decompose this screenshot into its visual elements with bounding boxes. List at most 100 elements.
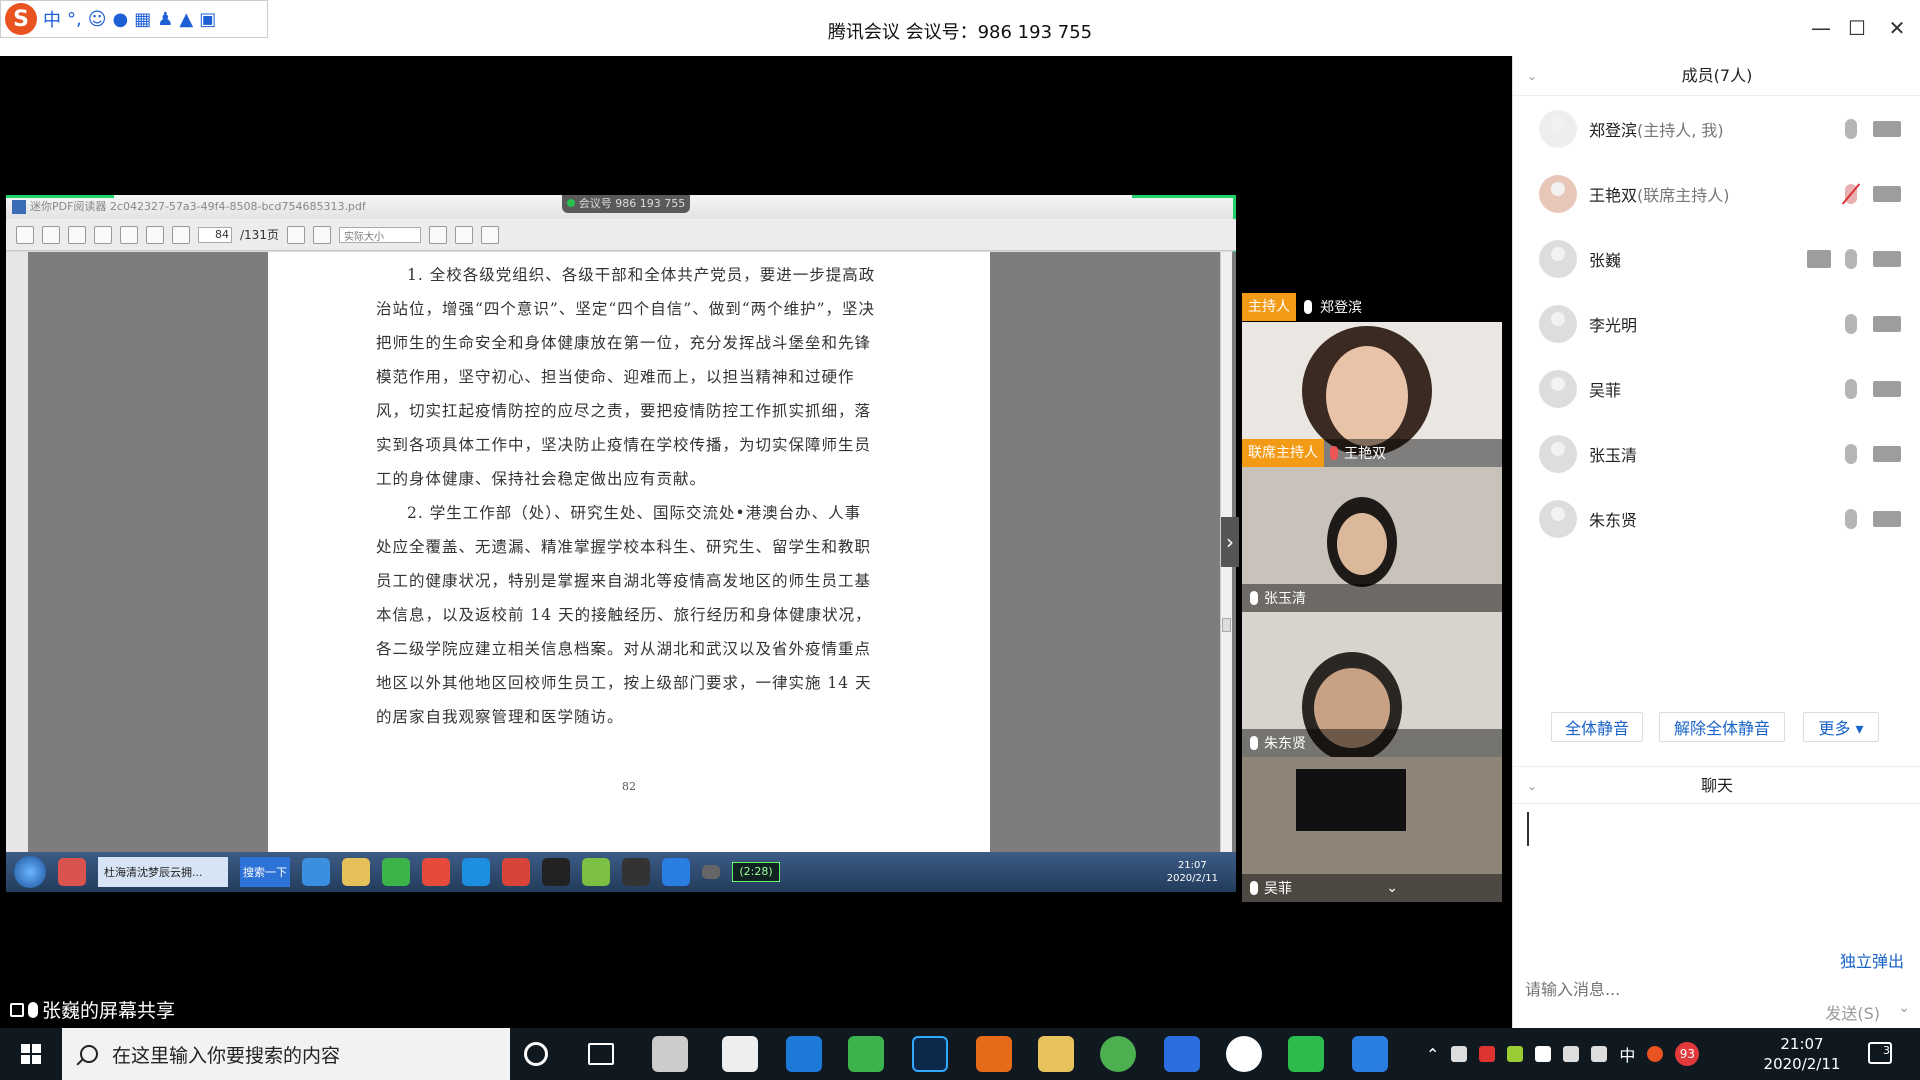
app-icon[interactable] (1226, 1036, 1262, 1072)
video-tile[interactable]: 朱东贤 (1242, 612, 1502, 757)
chevron-down-icon[interactable]: ⌄ (1386, 880, 1398, 896)
taskbar-clock[interactable]: 21:07 2020/2/11 (1762, 1034, 1842, 1074)
app-icon[interactable] (502, 858, 530, 886)
pdf-icon[interactable] (622, 858, 650, 886)
keyboard-icon[interactable] (702, 865, 720, 879)
video-tile[interactable]: 吴菲 ⌄ (1242, 757, 1502, 902)
file-explorer-icon[interactable] (1038, 1036, 1074, 1072)
single-page-icon[interactable] (94, 225, 112, 244)
host-name: 郑登滨 (1320, 300, 1362, 316)
start-button[interactable] (0, 1028, 62, 1080)
mic-muted-icon[interactable] (1845, 183, 1857, 204)
edge-icon[interactable] (786, 1036, 822, 1072)
camera-icon[interactable] (1873, 185, 1901, 202)
ime-indicator[interactable]: 中 (1619, 1042, 1635, 1066)
folder-icon[interactable] (342, 858, 370, 886)
print-icon[interactable] (428, 225, 447, 244)
member-row[interactable]: 吴菲 (1513, 356, 1920, 421)
mail-icon[interactable] (722, 1036, 758, 1072)
send-button[interactable]: 发送(S) (1825, 1000, 1880, 1024)
video-tile[interactable]: 张玉清 (1242, 467, 1502, 612)
app-icon[interactable] (542, 858, 570, 886)
more-button[interactable]: 更多 ▾ (1803, 712, 1879, 742)
member-row[interactable]: 朱东贤 (1513, 486, 1920, 551)
remote-search-button[interactable]: 搜索一下 (240, 857, 290, 887)
app-icon[interactable] (652, 1036, 688, 1072)
app-icon[interactable] (582, 858, 610, 886)
camera-icon[interactable] (1873, 120, 1901, 137)
app-icon[interactable] (58, 858, 86, 886)
wechat-icon[interactable] (382, 858, 410, 886)
remote-start-icon[interactable] (14, 856, 46, 888)
mute-all-button[interactable]: 全体静音 (1551, 712, 1643, 742)
remote-ie-tab[interactable]: 杜海清沈梦辰云拥... (98, 857, 228, 887)
video-tile[interactable]: 联席主持人 王艳双 (1242, 322, 1502, 467)
mic-icon[interactable] (1845, 248, 1857, 269)
minimize-button[interactable]: — (1806, 16, 1836, 40)
chevron-down-icon[interactable]: ⌄ (1898, 1000, 1910, 1016)
cortana-icon[interactable] (524, 1042, 548, 1066)
tencent-meeting-icon[interactable] (662, 858, 690, 886)
member-row[interactable]: 李光明 (1513, 291, 1920, 356)
open-icon[interactable] (16, 225, 34, 244)
close-button[interactable]: ✕ (1882, 16, 1912, 40)
cloud-icon[interactable] (1451, 1046, 1468, 1062)
photoshop-icon[interactable] (912, 1036, 948, 1072)
camera-icon[interactable] (1873, 315, 1901, 332)
mic-icon[interactable] (1845, 378, 1857, 399)
zoom-out-icon[interactable] (312, 225, 331, 244)
wechat-icon[interactable] (1288, 1036, 1324, 1072)
chrome-icon[interactable] (422, 858, 450, 886)
chat-header[interactable]: ⌄ 聊天 (1513, 766, 1920, 804)
app-icon[interactable] (462, 858, 490, 886)
mic-icon[interactable] (1845, 508, 1857, 529)
chevron-up-icon[interactable]: ⌃ (1426, 1045, 1439, 1064)
tencent-meeting-icon[interactable] (1352, 1036, 1388, 1072)
ie-icon[interactable] (302, 858, 330, 886)
two-page-icon[interactable] (120, 225, 138, 244)
popout-link[interactable]: 独立弹出 (1840, 948, 1904, 972)
pdf-viewport[interactable]: 1. 全校各级党组织、各级干部和全体共产党员，要进一步提高政治站位，增强“四个意… (6, 252, 1239, 852)
prev-page-icon[interactable] (146, 225, 164, 244)
sogou-tray-icon[interactable] (1647, 1046, 1664, 1062)
unmute-all-button[interactable]: 解除全体静音 (1659, 712, 1785, 742)
taskbar-search[interactable]: 在这里输入你要搜索的内容 (62, 1028, 510, 1080)
notification-icon[interactable]: 3 (1868, 1042, 1892, 1064)
member-row[interactable]: 张巍 (1513, 226, 1920, 291)
member-row[interactable]: 王艳双(联席主持人) (1513, 161, 1920, 226)
media-player-icon[interactable] (848, 1036, 884, 1072)
firefox-icon[interactable] (976, 1036, 1012, 1072)
next-page-icon[interactable] (172, 225, 190, 244)
app-tray-icon[interactable] (1479, 1046, 1496, 1062)
battery-icon[interactable] (1563, 1046, 1580, 1062)
volume-icon[interactable] (1591, 1046, 1608, 1062)
chevron-right-icon[interactable]: › (1221, 517, 1239, 567)
select-tool-icon[interactable] (68, 225, 86, 244)
app-tray-icon[interactable] (1507, 1046, 1524, 1062)
wps-icon[interactable] (1164, 1036, 1200, 1072)
task-view-icon[interactable] (588, 1043, 614, 1065)
chevron-down-icon[interactable]: ⌄ (1527, 767, 1537, 805)
camera-icon[interactable] (1873, 510, 1901, 527)
members-header[interactable]: ⌄ 成员(7人) (1513, 56, 1920, 96)
mic-icon[interactable] (1845, 313, 1857, 334)
scroll-thumb[interactable] (1222, 618, 1231, 632)
mic-icon[interactable] (1845, 443, 1857, 464)
zoom-in-icon[interactable] (286, 225, 305, 244)
camera-icon[interactable] (1873, 380, 1901, 397)
member-row[interactable]: 郑登滨(主持人, 我) (1513, 96, 1920, 161)
security-badge[interactable]: 93 (1675, 1042, 1700, 1066)
camera-icon[interactable] (1873, 445, 1901, 462)
chevron-down-icon[interactable]: ⌄ (1527, 56, 1537, 96)
hand-tool-icon[interactable] (42, 225, 60, 244)
page-number-input[interactable]: 84 (198, 226, 232, 243)
fullscreen-icon[interactable] (480, 225, 499, 244)
zoom-select[interactable]: 实际大小 (338, 226, 421, 243)
app-icon[interactable] (1100, 1036, 1136, 1072)
member-row[interactable]: 张玉清 (1513, 421, 1920, 486)
camera-icon[interactable] (1873, 250, 1901, 267)
wifi-icon[interactable] (1535, 1046, 1552, 1062)
search-icon[interactable] (454, 225, 473, 244)
mic-icon[interactable] (1845, 118, 1857, 139)
maximize-button[interactable]: ☐ (1842, 16, 1872, 40)
